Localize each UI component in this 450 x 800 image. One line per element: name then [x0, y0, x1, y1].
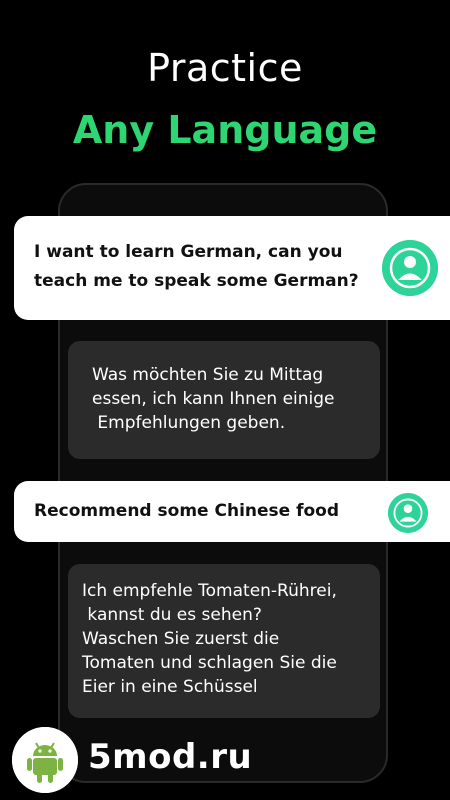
reply-line: Eier in eine Schüssel: [82, 677, 258, 697]
reply-line: Was möchten Sie zu Mittag: [92, 365, 324, 385]
headline-practice: Practice: [147, 46, 303, 90]
android-icon: [12, 727, 78, 793]
user-message-bubble: Recommend some Chinese food: [14, 481, 450, 542]
watermark: 5mod.ru: [12, 727, 272, 793]
user-message-line: I want to learn German, can you: [34, 242, 343, 262]
reply-line: Ich empfehle Tomaten-Rührei,: [82, 581, 337, 601]
user-message-text: I want to learn German, can you teach me…: [34, 238, 374, 296]
watermark-text: 5mod.ru: [88, 737, 253, 777]
user-message-line: teach me to speak some German?: [34, 271, 359, 291]
reply-line: Waschen Sie zuerst die: [82, 629, 280, 649]
reply-line: kannst du es sehen?: [82, 605, 262, 625]
user-message-bubble: I want to learn German, can you teach me…: [14, 216, 450, 320]
user-avatar-icon: [388, 493, 428, 533]
assistant-reply-bubble: Was möchten Sie zu Mittag essen, ich kan…: [68, 341, 380, 459]
user-message-text: Recommend some Chinese food: [34, 501, 340, 521]
reply-line: essen, ich kann Ihnen einige: [92, 389, 335, 409]
user-avatar-icon: [382, 240, 438, 296]
assistant-reply-bubble: Ich empfehle Tomaten-Rührei, kannst du e…: [68, 564, 380, 718]
reply-line: Tomaten und schlagen Sie die: [82, 653, 337, 673]
headline-any-language: Any Language: [72, 108, 378, 152]
reply-line: Empfehlungen geben.: [92, 413, 286, 433]
